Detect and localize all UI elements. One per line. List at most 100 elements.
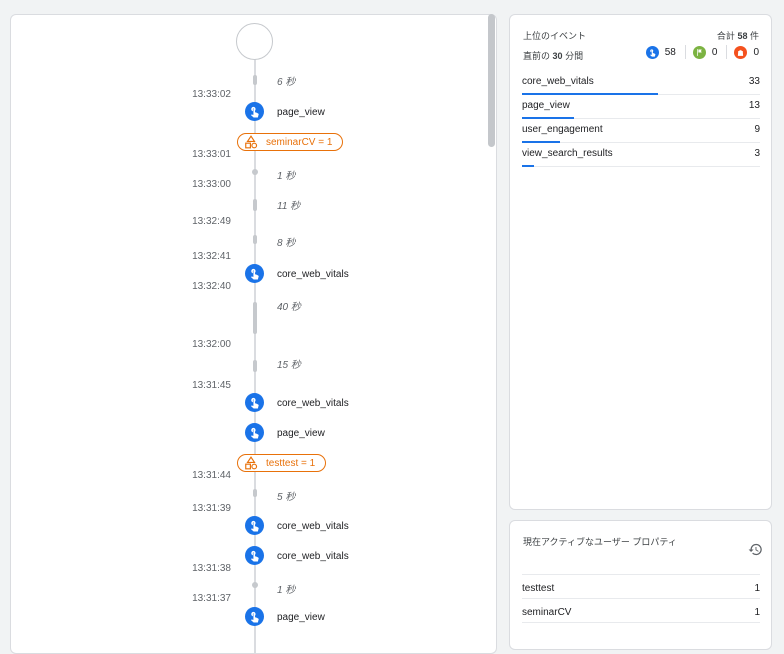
top-event-bar [522,165,534,167]
duration-segment [253,360,257,372]
timeline-scrollbar[interactable] [488,14,495,147]
top-event-row[interactable]: page_view 13 [522,95,760,119]
duration-label: 1 秒 [277,171,296,182]
user-property-value: 1 [754,583,760,594]
user-property-row-divider [522,622,760,623]
touch-icon [250,611,259,623]
purchase-count-value: 0 [753,46,759,58]
top-events-title: 上位のイベント [523,31,587,41]
event-count-value: 58 [664,46,676,58]
timestamp: 13:31:37 [192,593,231,604]
event-icon[interactable] [245,516,264,535]
timestamp: 13:33:02 [192,89,231,100]
top-event-name: page_view [522,100,570,111]
top-event-count: 9 [754,124,760,135]
duration-segment [253,235,257,244]
top-event-row[interactable]: core_web_vitals 33 [522,71,760,95]
timeline-panel: 6 秒 13:33:02 page_view seminarCV = 1 13:… [10,14,497,654]
touch-icon [250,397,259,409]
user-properties-card: 現在アクティブなユーザー プロパティ testtest 1 seminarCV … [509,520,772,650]
range-prefix: 直前の [523,51,551,61]
total-suffix: 件 [749,31,759,41]
touch-icon [250,520,259,532]
top-events-card: 上位のイベント 合計 58 件 直前の 30 分間 58 0 0 core_we… [509,14,772,510]
user-property-name: testtest [522,583,555,594]
touch-icon [250,427,259,439]
top-event-row[interactable]: view_search_results 3 [522,143,760,167]
duration-dot [252,169,258,175]
event-icon[interactable] [245,393,264,412]
touch-icon [250,268,259,280]
top-event-count: 33 [748,76,760,87]
timestamp: 13:31:38 [192,563,231,574]
timestamp: 13:31:44 [192,470,231,481]
duration-label: 40 秒 [277,302,301,313]
duration-label: 15 秒 [277,360,301,371]
duration-label: 6 秒 [277,77,296,88]
duration-label: 8 秒 [277,238,296,249]
event-label[interactable]: core_web_vitals [277,269,349,280]
conversion-count-value: 0 [711,46,718,58]
purchase-count: 0 [734,45,759,59]
total-prefix: 合計 [716,31,735,41]
time-range-label: 直前の 30 分間 [523,49,583,62]
timestamp: 13:31:39 [192,503,231,514]
touch-icon [645,45,659,59]
top-event-count: 13 [748,100,760,111]
history-icon[interactable] [748,542,763,557]
event-label[interactable]: page_view [277,612,325,623]
conversion-badge[interactable]: testtest = 1 [237,454,327,472]
event-label[interactable]: page_view [277,107,325,118]
duration-segment [253,302,257,334]
event-label[interactable]: core_web_vitals [277,521,349,532]
divider [726,45,728,59]
duration-segment [253,489,257,497]
event-icon[interactable] [245,264,264,283]
event-icon[interactable] [245,546,264,565]
event-type-counts: 58 0 0 [645,45,759,59]
range-suffix: 分間 [565,51,584,61]
touch-icon [250,550,259,562]
conversion-label: testtest = 1 [266,457,316,469]
conversion-count: 0 [692,45,718,59]
top-event-row[interactable]: user_engagement 9 [522,119,760,143]
top-event-name: core_web_vitals [522,76,594,87]
timestamp: 13:32:00 [192,339,231,350]
timeline-start-circle [236,23,273,60]
top-events-total: 合計 58 件 [717,29,759,42]
event-icon[interactable] [245,423,264,442]
user-property-value: 1 [754,607,760,618]
duration-label: 5 秒 [277,492,296,503]
shapes-icon [245,456,258,470]
total-count: 58 [737,31,748,41]
event-label[interactable]: page_view [277,428,325,439]
top-event-count: 3 [754,148,760,159]
user-property-name: seminarCV [522,607,572,618]
timestamp: 13:31:45 [192,380,231,391]
event-icon[interactable] [245,607,264,626]
event-label[interactable]: core_web_vitals [277,398,349,409]
duration-dot [252,582,258,588]
user-property-row[interactable]: testtest 1 [522,574,760,598]
duration-label: 1 秒 [277,585,296,596]
touch-icon [250,106,259,118]
timestamp: 13:33:01 [192,149,231,160]
event-count: 58 [645,45,676,59]
timestamp: 13:32:49 [192,216,231,227]
conversion-label: seminarCV = 1 [266,136,333,148]
timestamp: 13:32:41 [192,251,231,262]
timestamp: 13:33:00 [192,179,231,190]
shapes-icon [245,135,258,149]
range-minutes: 30 [552,51,563,61]
top-event-name: user_engagement [522,124,603,135]
user-properties-title: 現在アクティブなユーザー プロパティ [523,537,677,547]
duration-segment [253,199,257,211]
shopping-bag-icon [734,45,748,59]
timestamp: 13:32:40 [192,281,231,292]
conversion-badge[interactable]: seminarCV = 1 [237,133,344,151]
event-label[interactable]: core_web_vitals [277,551,349,562]
top-event-name: view_search_results [522,148,613,159]
event-icon[interactable] [245,102,264,121]
duration-label: 11 秒 [277,201,301,212]
user-property-row[interactable]: seminarCV 1 [522,598,760,622]
